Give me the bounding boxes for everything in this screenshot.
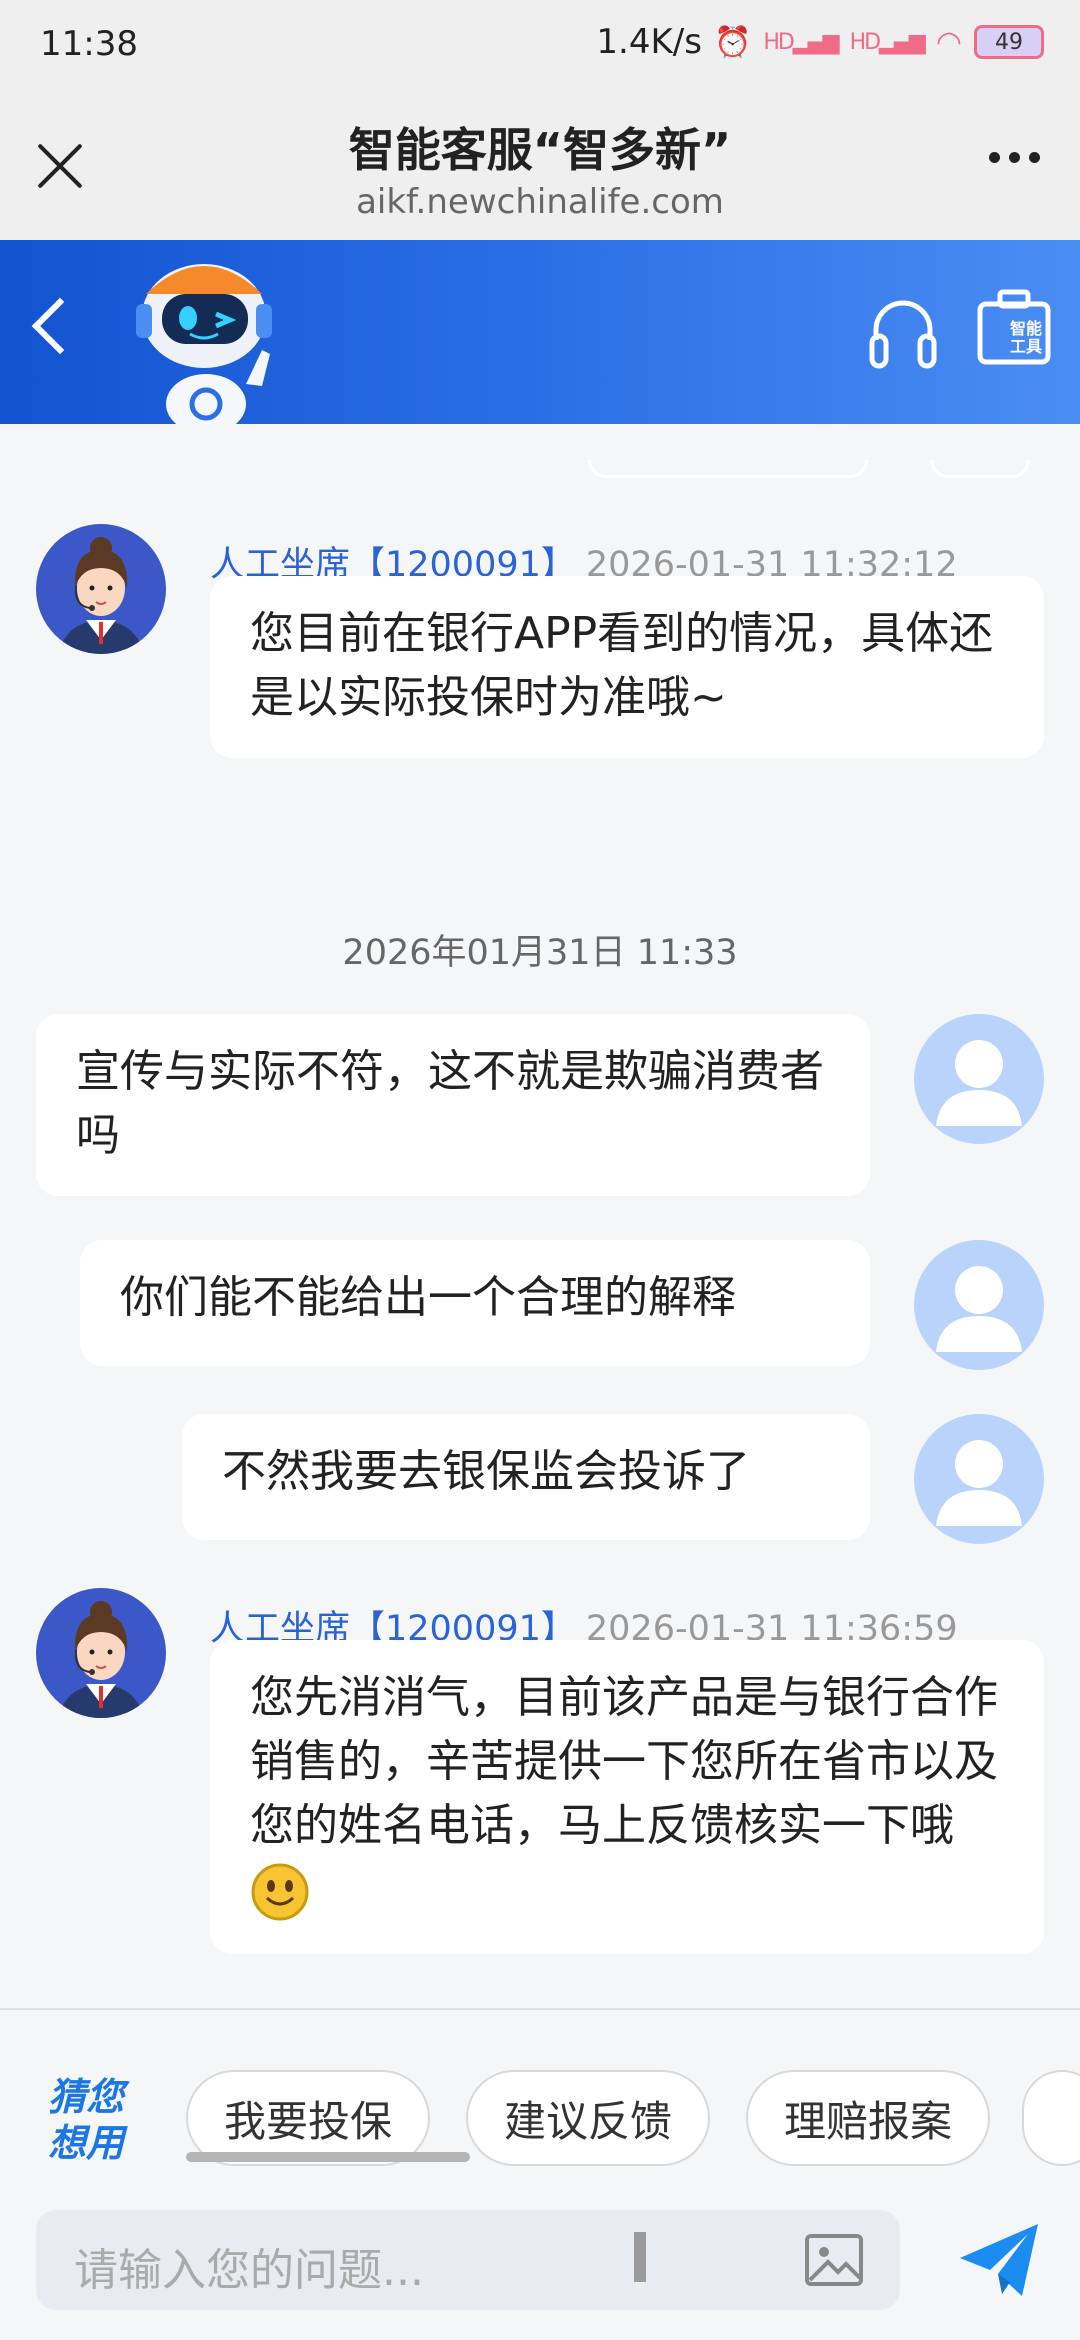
more-options-icon[interactable] bbox=[989, 152, 1040, 163]
page-url: aikf.newchinalife.com bbox=[356, 182, 724, 222]
status-icons: 1.4K/s ⏰ HD▂▄▆ HD▂▄▆ ◠ 49 bbox=[596, 22, 1044, 62]
smart-tools-button[interactable]: 智能工具 bbox=[976, 288, 1054, 368]
alarm-icon: ⏰ bbox=[713, 24, 752, 60]
agent-message-bubble: 您目前在银行APP看到的情况，具体还是以实际投保时为准哦~ bbox=[210, 576, 1044, 758]
date-divider: 2026年01月31日 11:33 bbox=[342, 933, 738, 973]
signal-icon-2: HD▂▄▆ bbox=[849, 29, 926, 55]
smart-tools-label: 智能工具 bbox=[1010, 319, 1043, 356]
quick-chip-claim[interactable]: 理赔报案 bbox=[746, 2070, 990, 2166]
net-speed: 1.4K/s bbox=[596, 22, 702, 62]
agent-avatar bbox=[36, 524, 166, 654]
chat-area[interactable]: 人工坐席【1200091】 2026-01-31 11:32:12 您目前在银行A… bbox=[0, 424, 1080, 2008]
message-input[interactable]: 请输入您的问题... bbox=[36, 2210, 900, 2310]
user-message-bubble: 你们能不能给出一个合理的解释 bbox=[80, 1240, 870, 1366]
user-avatar bbox=[914, 1014, 1044, 1144]
back-chevron-icon[interactable] bbox=[31, 297, 89, 355]
smile-emoji-icon bbox=[251, 1863, 309, 1921]
agent-message-text: 您先消消气，目前该产品是与银行合作销售的，辛苦提供一下您所在省市以及您的姓名电话… bbox=[250, 1672, 998, 1851]
status-bar: 11:38 1.4K/s ⏰ HD▂▄▆ HD▂▄▆ ◠ 49 bbox=[0, 0, 1080, 90]
text-cursor bbox=[634, 2232, 646, 2282]
user-avatar bbox=[914, 1240, 1044, 1370]
bottom-bar: 猜您想用 我要投保 建议反馈 理赔报案 请输入您的问题... bbox=[0, 2008, 1080, 2340]
agent-avatar bbox=[36, 1588, 166, 1718]
browser-header: 智能客服“智多新” aikf.newchinalife.com bbox=[0, 90, 1080, 240]
headset-icon[interactable] bbox=[866, 292, 940, 372]
user-message-bubble: 不然我要去银保监会投诉了 bbox=[182, 1414, 870, 1540]
battery-icon: 49 bbox=[974, 25, 1044, 59]
agent-message-bubble: 您先消消气，目前该产品是与银行合作销售的，辛苦提供一下您所在省市以及您的姓名电话… bbox=[210, 1640, 1044, 1954]
robot-mascot-icon bbox=[136, 264, 272, 424]
quick-chip-next[interactable] bbox=[1022, 2070, 1080, 2166]
page-title: 智能客服“智多新” bbox=[348, 123, 732, 177]
status-time: 11:38 bbox=[40, 24, 138, 64]
previous-message-fragment bbox=[588, 460, 868, 478]
quick-chip-feedback[interactable]: 建议反馈 bbox=[466, 2070, 710, 2166]
signal-icon: HD▂▄▆ bbox=[763, 29, 839, 55]
guess-you-want-label: 猜您想用 bbox=[47, 2075, 124, 2165]
user-avatar bbox=[914, 1414, 1044, 1544]
input-placeholder: 请输入您的问题... bbox=[74, 2245, 424, 2296]
image-upload-icon[interactable] bbox=[804, 2230, 864, 2290]
service-header: 智能工具 bbox=[0, 240, 1080, 424]
user-message-bubble: 宣传与实际不符，这不就是欺骗消费者吗 bbox=[36, 1014, 870, 1196]
wifi-icon: ◠ bbox=[935, 24, 962, 60]
previous-avatar-fragment bbox=[930, 460, 1030, 478]
chip-scroll-indicator bbox=[186, 2152, 470, 2162]
send-icon[interactable] bbox=[958, 2220, 1040, 2300]
